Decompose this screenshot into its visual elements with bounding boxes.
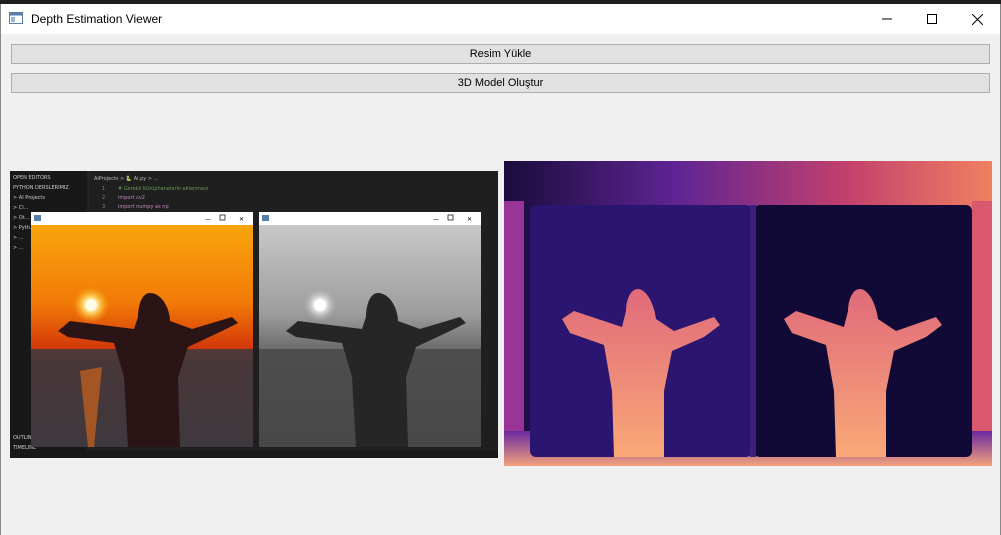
svg-text:✕: ✕ xyxy=(467,216,472,223)
original-image-canvas: OPEN EDITORS PYTHON DERSLERIMIZ > AI Proje… xyxy=(10,171,498,458)
editor-sidebar-item: > AI Projects xyxy=(13,195,45,201)
code-line-number: 2 xyxy=(102,195,105,201)
editor-sidebar-item: > Ot... xyxy=(13,215,30,221)
maximize-icon xyxy=(927,14,937,24)
code-line: import numpy as np xyxy=(118,204,169,210)
editor-sidebar-item: > ... xyxy=(13,235,24,241)
title-bar[interactable]: Depth Estimation Viewer xyxy=(1,4,1000,34)
code-line: import cv2 xyxy=(118,195,145,201)
svg-text:—: — xyxy=(205,216,211,223)
svg-text:✕: ✕ xyxy=(239,216,244,223)
app-window: Depth Estimation Viewer Resim Yükle 3D M… xyxy=(0,4,1001,535)
editor-sidebar-item: OPEN EDITORS xyxy=(13,175,51,181)
original-image: OPEN EDITORS PYTHON DERSLERIMIZ > AI Proje… xyxy=(10,171,498,458)
code-line: # Gerekli Kütüphanelerin eklenmesi xyxy=(118,186,208,192)
minimize-button[interactable] xyxy=(864,4,910,34)
app-icon xyxy=(9,11,23,24)
minimize-icon xyxy=(882,18,892,20)
depth-map-image xyxy=(504,161,992,466)
load-image-button[interactable]: Resim Yükle xyxy=(11,44,990,64)
depth-map-canvas xyxy=(504,161,992,466)
editor-sidebar-item: > ... xyxy=(13,245,24,251)
close-button[interactable] xyxy=(954,4,1000,34)
editor-breadcrumb: AiProjects > 🐍 Ai.py > ... xyxy=(94,175,159,182)
editor-sidebar-item: PYTHON DERSLERIMIZ xyxy=(13,185,69,191)
close-icon xyxy=(971,13,983,25)
svg-text:—: — xyxy=(433,216,439,223)
code-line-number: 3 xyxy=(102,204,105,210)
editor-sidebar-item: > Cl... xyxy=(13,205,29,211)
window-title: Depth Estimation Viewer xyxy=(31,12,163,26)
maximize-button[interactable] xyxy=(909,4,955,34)
create-3d-model-button[interactable]: 3D Model Oluştur xyxy=(11,73,990,93)
code-line-number: 1 xyxy=(102,186,105,192)
